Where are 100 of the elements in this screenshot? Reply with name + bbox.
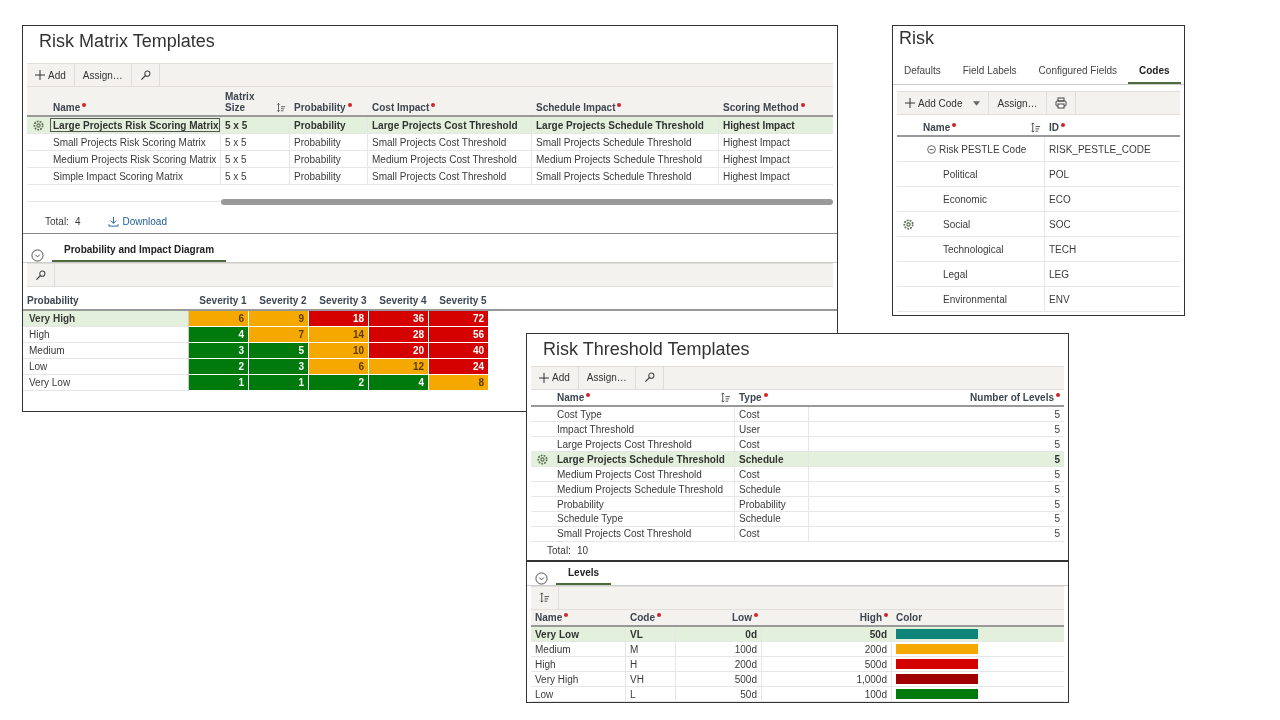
table-cell: Large Projects Cost Threshold: [368, 117, 532, 133]
heatmap-cell: 14: [309, 327, 369, 343]
tree-item[interactable]: Risk PESTLE Code: [939, 143, 1027, 155]
table-cell: H: [626, 657, 676, 672]
assign-button[interactable]: Assign…: [74, 64, 132, 86]
table-cell: Small Projects Cost Threshold: [368, 168, 532, 184]
heatmap-cell: 2: [309, 375, 369, 391]
required-icon: [617, 103, 622, 107]
table-cell: Schedule: [735, 452, 809, 467]
heatmap-cell: 72: [429, 311, 489, 327]
table-cell: Schedule: [735, 512, 809, 526]
row-header: Low: [23, 359, 189, 375]
heatmap-cell: 3: [189, 343, 249, 359]
required-icon: [564, 613, 569, 618]
row-header: High: [23, 327, 189, 343]
table-cell-text: Highest Impact: [722, 118, 796, 133]
table-cell-text: ECO: [1048, 192, 1072, 207]
collapse-icon[interactable]: [535, 571, 548, 585]
table-cell: High: [531, 657, 626, 672]
table-cell: 50d: [676, 687, 762, 702]
assign-button[interactable]: Assign…: [578, 366, 636, 389]
window-title: Risk Matrix Templates: [38, 30, 216, 53]
required-icon: [431, 103, 436, 107]
assign-button[interactable]: Assign…: [989, 92, 1047, 114]
table-cell: Small Projects Cost Threshold: [553, 526, 735, 541]
sort-icon[interactable]: [539, 592, 550, 604]
column-header: Name: [53, 102, 81, 113]
heatmap-cell: 24: [429, 359, 489, 375]
required-icon: [754, 613, 758, 618]
table-cell: Cost: [735, 467, 809, 482]
download-icon: [108, 215, 120, 227]
collapse-icon[interactable]: [927, 144, 936, 154]
table-cell-text: 5: [1053, 497, 1061, 511]
scrollbar[interactable]: [221, 199, 833, 205]
table-cell-text: 5: [1053, 437, 1061, 452]
download-link[interactable]: Download: [108, 215, 167, 227]
tab[interactable]: Levels: [556, 563, 612, 585]
column-header: Probability: [294, 102, 346, 113]
heatmap-cell: 4: [369, 375, 429, 391]
plus-icon: [905, 98, 915, 108]
table-cell: 0d: [676, 627, 762, 642]
table-cell: Large Projects Risk Scoring Matrix: [49, 117, 221, 133]
table-cell: Cost: [735, 437, 809, 452]
tab[interactable]: Defaults: [893, 61, 952, 84]
table-cell: Probability: [290, 151, 368, 167]
row-header: Very Low: [23, 375, 189, 391]
column-header: Severity 1: [198, 295, 248, 306]
tree-item[interactable]: Economic: [919, 187, 1045, 211]
heatmap-cell: 6: [189, 311, 249, 327]
table-cell: Very Low: [531, 627, 626, 642]
table-cell-text: TECH: [1048, 242, 1078, 257]
table-cell: Cost: [735, 407, 809, 422]
column-header: Code: [630, 612, 655, 624]
table-cell: Cost: [735, 526, 809, 541]
table-cell-text: ENV: [1048, 292, 1071, 307]
window-title: Risk Threshold Templates: [542, 338, 751, 361]
caret-icon[interactable]: [973, 100, 981, 106]
tree-item[interactable]: Political: [919, 162, 1045, 186]
tab[interactable]: Codes: [1128, 61, 1181, 84]
required-icon: [800, 103, 805, 107]
column-header: Name: [923, 122, 951, 133]
total-count: 4: [74, 215, 81, 227]
tab[interactable]: Field Labels: [951, 61, 1028, 84]
table-cell: 5 x 5: [221, 134, 290, 150]
table-cell: Probability: [553, 497, 735, 511]
table-cell-text: RISK_PESTLE_CODE: [1048, 142, 1152, 157]
heatmap-cell: 5: [249, 343, 309, 359]
table-cell-text: POL: [1048, 167, 1070, 182]
table-cell-text: 5: [1053, 452, 1061, 467]
table-cell: 100d: [676, 642, 762, 657]
tree-item[interactable]: Environmental: [919, 287, 1045, 311]
sort-icon[interactable]: [720, 392, 731, 404]
add-button[interactable]: Add: [531, 366, 579, 389]
sort-icon[interactable]: [276, 102, 286, 113]
table-cell: Medium Projects Cost Threshold: [553, 467, 735, 482]
table-cell-text: SOC: [1048, 217, 1072, 232]
tree-item[interactable]: Legal: [919, 262, 1045, 286]
column-header: Low: [732, 612, 752, 624]
sort-icon[interactable]: [1030, 122, 1041, 133]
row-header: Medium: [23, 343, 189, 359]
table-cell-text: 5: [1053, 527, 1061, 541]
heatmap-cell: 6: [309, 359, 369, 375]
column-header: High: [859, 612, 882, 624]
table-cell: VH: [626, 672, 676, 687]
gear-icon: [536, 453, 548, 465]
add-button[interactable]: Add: [27, 64, 75, 86]
heatmap-cell: 8: [429, 375, 489, 391]
required-icon: [763, 393, 768, 398]
tab[interactable]: Configured Fields: [1027, 61, 1128, 84]
add-code-button[interactable]: Add Code: [897, 92, 990, 114]
row-header: Very High: [23, 311, 189, 327]
column-header: Type: [739, 392, 762, 404]
total-label: Total:: [547, 545, 571, 557]
collapse-icon[interactable]: [31, 249, 44, 262]
tree-item[interactable]: Social: [919, 212, 1045, 236]
tree-item[interactable]: Technological: [919, 237, 1045, 261]
table-cell: 200d: [762, 642, 892, 657]
column-header: Severity 2: [258, 295, 308, 306]
heatmap-cell: 9: [249, 311, 309, 327]
column-header: Name: [557, 392, 585, 404]
